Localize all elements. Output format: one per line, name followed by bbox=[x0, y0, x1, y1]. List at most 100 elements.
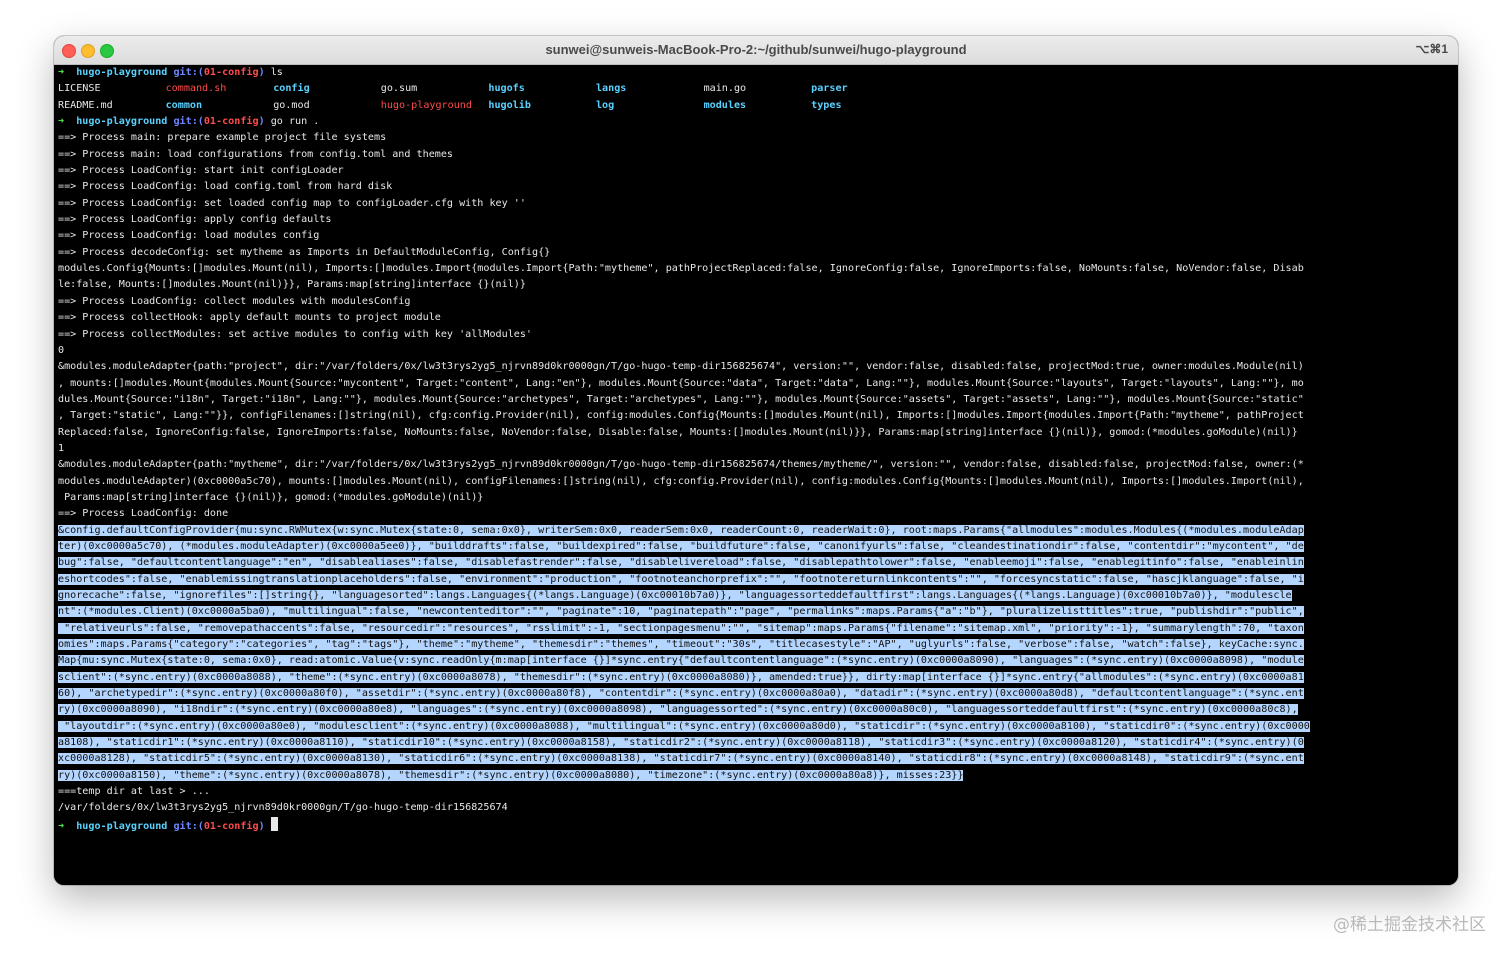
window-title: sunwei@sunweis-MacBook-Pro-2:~/github/su… bbox=[545, 42, 967, 57]
selected-text: nt":(*modules.Client)(0xc0000a5ba0), "mu… bbox=[58, 606, 1304, 618]
window-shortcut: ⌥⌘1 bbox=[1415, 42, 1448, 56]
title-bar: sunwei@sunweis-MacBook-Pro-2:~/github/su… bbox=[54, 36, 1458, 65]
output-line: sclient":(*sync.entry)(0xc0000a8088), "t… bbox=[58, 670, 1458, 686]
output-line: ==> Process LoadConfig: apply config def… bbox=[58, 214, 332, 226]
prompt-arrow: ➜ bbox=[58, 116, 65, 128]
output-line: ry)(0xc0000a8150), "theme":(*sync.entry)… bbox=[58, 768, 1458, 784]
selected-text: ry)(0xc0000a8090), "i18ndir":(*sync.entr… bbox=[58, 704, 1298, 716]
ls-entry: log bbox=[595, 99, 615, 111]
output-line: nt":(*modules.Client)(0xc0000a5ba0), "mu… bbox=[58, 604, 1458, 620]
output-line: ==> Process collectModules: set active m… bbox=[58, 328, 533, 340]
selected-text: gnorecache":false, "ignorefiles":[]strin… bbox=[58, 590, 1292, 601]
selected-text: xc0000a8128), "staticdir5":(*sync.entry)… bbox=[58, 753, 1304, 765]
output-line: xc0000a8128), "staticdir5":(*sync.entry)… bbox=[58, 751, 1458, 767]
output-line: modules.Config{Mounts:[]modules.Mount(ni… bbox=[58, 263, 1304, 275]
output-line: ==> Process LoadConfig: load config.toml… bbox=[58, 181, 393, 193]
output-line: /var/folders/0x/lw3t3rys2yg5_njrvn89d0kr… bbox=[58, 802, 508, 814]
output-line: Replaced:false, IgnoreConfig:false, Igno… bbox=[58, 426, 1298, 438]
git-label: git:( bbox=[173, 820, 204, 832]
ls-entry: LICENSE bbox=[58, 83, 101, 95]
ls-entry: parser bbox=[811, 83, 848, 95]
selected-text: "layoutdir":(*sync.entry)(0xc0000a80e0),… bbox=[58, 720, 1310, 732]
git-label: git:( bbox=[173, 67, 204, 78]
output-line: ==> Process LoadConfig: start init confi… bbox=[58, 165, 344, 177]
ls-entry: README.md bbox=[58, 99, 113, 111]
ls-entry: hugolib bbox=[488, 99, 531, 111]
selected-text: a8108), "staticdir1":(*sync.entry)(0xc00… bbox=[58, 737, 1304, 749]
git-branch: 01-config bbox=[203, 67, 259, 78]
ls-entry: go.mod bbox=[273, 99, 310, 111]
selected-text: omies":maps.Params{"category":"categorie… bbox=[58, 639, 1304, 651]
prompt-dir: hugo-playground bbox=[76, 820, 168, 832]
output-line: ==> Process decodeConfig: set mytheme as… bbox=[58, 246, 551, 258]
output-line: &modules.moduleAdapter{path:"project", d… bbox=[58, 361, 1304, 373]
git-close: ) bbox=[258, 116, 265, 128]
ls-entry: go.sum bbox=[380, 83, 418, 95]
prompt-line: ➜ hugo-playground git:(01-config) go run… bbox=[58, 114, 1458, 130]
output-line: , mounts:[]modules.Mount{modules.Mount{S… bbox=[58, 377, 1304, 389]
output-line: &modules.moduleAdapter{path:"mytheme", d… bbox=[58, 459, 1304, 471]
output-line: eshortcodes":false, "enablemissingtransl… bbox=[58, 572, 1458, 588]
output-line: "layoutdir":(*sync.entry)(0xc0000a80e0),… bbox=[58, 719, 1458, 735]
ls-entry: common bbox=[165, 99, 203, 111]
ls-entry: hugofs bbox=[488, 83, 525, 95]
log-output-tail: ===temp dir at last > ... /var/folders/0x… bbox=[58, 784, 1458, 817]
selected-text: ter)(0xc0000a5c70), (*modules.moduleAdap… bbox=[58, 540, 1304, 552]
output-line: 1 bbox=[58, 442, 65, 454]
selected-text: bug":false, "defaultcontentlanguage":"en… bbox=[58, 557, 1304, 569]
output-line: 60), "archetypedir":(*sync.entry)(0xc000… bbox=[58, 686, 1458, 702]
output-line: ==> Process main: prepare example projec… bbox=[58, 132, 387, 144]
prompt-dir: hugo-playground bbox=[76, 67, 168, 78]
output-line: omies":maps.Params{"category":"categorie… bbox=[58, 637, 1458, 653]
prompt-dir: hugo-playground bbox=[76, 116, 168, 128]
watermark: @稀土掘金技术社区 bbox=[1333, 915, 1486, 935]
output-line: Params:map[string]interface {}(nil)}, go… bbox=[58, 491, 484, 503]
terminal-output[interactable]: ➜ hugo-playground git:(01-config) ls LIC… bbox=[54, 65, 1458, 885]
git-close: ) bbox=[258, 820, 265, 832]
selected-text: Map{mu:sync.Mutex{state:0, sema:0x0}, re… bbox=[58, 655, 1304, 667]
selected-output[interactable]: &config.defaultConfigProvider{mu:sync.RW… bbox=[58, 523, 1458, 785]
prompt-arrow: ➜ bbox=[58, 820, 65, 832]
output-line: bug":false, "defaultcontentlanguage":"en… bbox=[58, 555, 1458, 571]
selected-text: ry)(0xc0000a8150), "theme":(*sync.entry)… bbox=[58, 769, 964, 781]
selected-text: 60), "archetypedir":(*sync.entry)(0xc000… bbox=[58, 688, 1304, 700]
output-line: ===temp dir at last > ... bbox=[58, 786, 210, 798]
output-line: a8108), "staticdir1":(*sync.entry)(0xc00… bbox=[58, 735, 1458, 751]
output-line: ter)(0xc0000a5c70), (*modules.moduleAdap… bbox=[58, 539, 1458, 555]
git-label: git:( bbox=[173, 116, 204, 128]
ls-entry: hugo-playground bbox=[380, 99, 472, 111]
ls-entry: config bbox=[273, 83, 310, 95]
output-line: gnorecache":false, "ignorefiles":[]strin… bbox=[58, 588, 1458, 604]
terminal-window: sunwei@sunweis-MacBook-Pro-2:~/github/su… bbox=[54, 36, 1458, 885]
git-branch: 01-config bbox=[203, 116, 259, 128]
text-cursor bbox=[270, 816, 278, 831]
selected-text: sclient":(*sync.entry)(0xc0000a8088), "t… bbox=[58, 671, 1304, 683]
command-text: ls bbox=[270, 67, 283, 78]
git-close: ) bbox=[258, 67, 265, 78]
ls-entry: langs bbox=[595, 83, 627, 95]
selected-text: "relativeurls":false, "removepathaccents… bbox=[58, 622, 1304, 634]
output-line: ==> Process LoadConfig: set loaded confi… bbox=[58, 197, 526, 209]
log-output: ==> Process main: prepare example projec… bbox=[58, 130, 1458, 522]
ls-entry: types bbox=[811, 99, 842, 111]
output-line: "relativeurls":false, "removepathaccents… bbox=[58, 621, 1458, 637]
ls-entry: command.sh bbox=[165, 83, 227, 95]
output-line: modules.moduleAdapter)(0xc0000a5c70), mo… bbox=[58, 475, 1304, 487]
selected-text: eshortcodes":false, "enablemissingtransl… bbox=[58, 573, 1304, 585]
git-branch: 01-config bbox=[203, 820, 259, 832]
command-text: go run . bbox=[270, 116, 320, 128]
output-line: &config.defaultConfigProvider{mu:sync.RW… bbox=[58, 523, 1458, 539]
output-line: ==> Process LoadConfig: load modules con… bbox=[58, 230, 320, 242]
prompt-line: ➜ hugo-playground git:(01-config) ls bbox=[58, 65, 1458, 81]
output-line: ==> Process LoadConfig: collect modules … bbox=[58, 295, 411, 307]
output-line: ry)(0xc0000a8090), "i18ndir":(*sync.entr… bbox=[58, 702, 1458, 718]
output-line: le:false, Mounts:[]modules.Mount(nil)}},… bbox=[58, 279, 526, 291]
ls-output-row: LICENSE command.sh config go.sum hugofs … bbox=[58, 81, 1458, 97]
output-line: , Target:"static", Lang:""}}, configFile… bbox=[58, 410, 1304, 422]
output-line: dules.Mount{Source:"i18n", Target:"i18n"… bbox=[58, 393, 1304, 405]
output-line: ==> Process LoadConfig: done bbox=[58, 508, 229, 520]
output-line: ==> Process collectHook: apply default m… bbox=[58, 312, 441, 324]
ls-entry: main.go bbox=[703, 83, 747, 95]
prompt-arrow: ➜ bbox=[58, 67, 65, 78]
selected-text: &config.defaultConfigProvider{mu:sync.RW… bbox=[58, 524, 1304, 536]
